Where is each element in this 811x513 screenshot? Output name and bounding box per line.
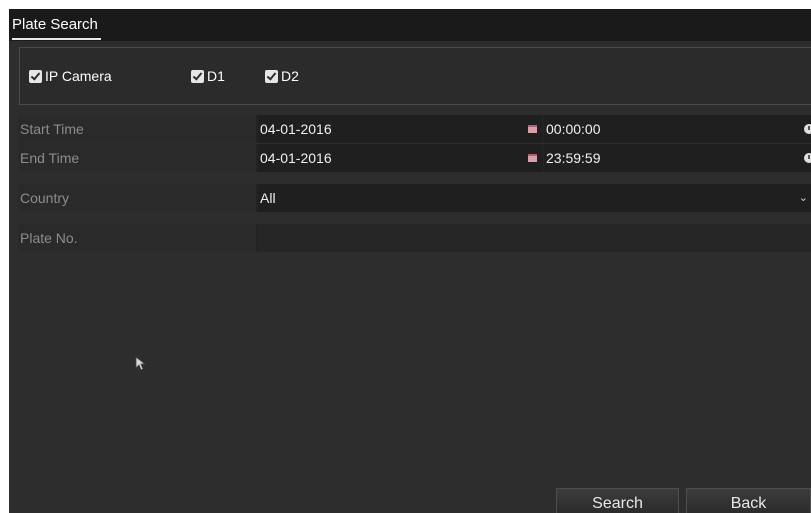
camera-selection-group: IP Camera D1 D2 [19,47,811,105]
calendar-icon[interactable] [528,125,537,133]
checkbox-label: IP Camera [45,68,112,84]
mouse-pointer-icon [135,356,147,371]
plate-no-label: Plate No. [18,224,256,252]
title-bar: Plate Search [9,9,811,41]
country-select[interactable]: All ⌄ [258,184,811,212]
start-time-label: Start Time [18,115,256,143]
start-time-field[interactable]: 00:00:00 [544,115,811,143]
calendar-icon[interactable] [528,154,537,162]
start-time-row: Start Time 04-01-2016 00:00:00 [18,115,811,143]
start-date-field[interactable]: 04-01-2016 [258,115,542,143]
checkbox-checked-icon[interactable] [265,69,278,83]
country-row: Country All ⌄ [18,184,811,212]
clock-icon[interactable] [804,153,811,163]
country-selected-value: All [260,190,276,206]
end-date-field[interactable]: 04-01-2016 [258,144,542,172]
back-button[interactable]: Back [686,488,811,513]
chevron-down-icon[interactable]: ⌄ [799,184,808,212]
plate-no-input[interactable] [258,224,811,252]
search-button[interactable]: Search [556,488,679,513]
tab-plate-search[interactable]: Plate Search [12,16,101,40]
plate-search-panel: Plate Search IP Camera D1 D2 Start Time … [9,9,811,513]
end-time-field[interactable]: 23:59:59 [544,144,811,172]
screen: Plate Search IP Camera D1 D2 Start Time … [0,0,811,513]
clock-icon[interactable] [804,124,811,134]
checkbox-checked-icon[interactable] [29,69,42,83]
end-time-label: End Time [18,144,256,172]
end-time-row: End Time 04-01-2016 23:59:59 [18,144,811,172]
checkbox-d2[interactable]: D2 [265,68,299,84]
checkbox-ip-camera[interactable]: IP Camera [29,68,112,84]
checkbox-checked-icon[interactable] [191,69,204,83]
country-label: Country [18,184,256,212]
checkbox-label: D1 [207,68,225,84]
checkbox-d1[interactable]: D1 [191,68,225,84]
plate-row: Plate No. [18,224,811,252]
checkbox-label: D2 [281,68,299,84]
